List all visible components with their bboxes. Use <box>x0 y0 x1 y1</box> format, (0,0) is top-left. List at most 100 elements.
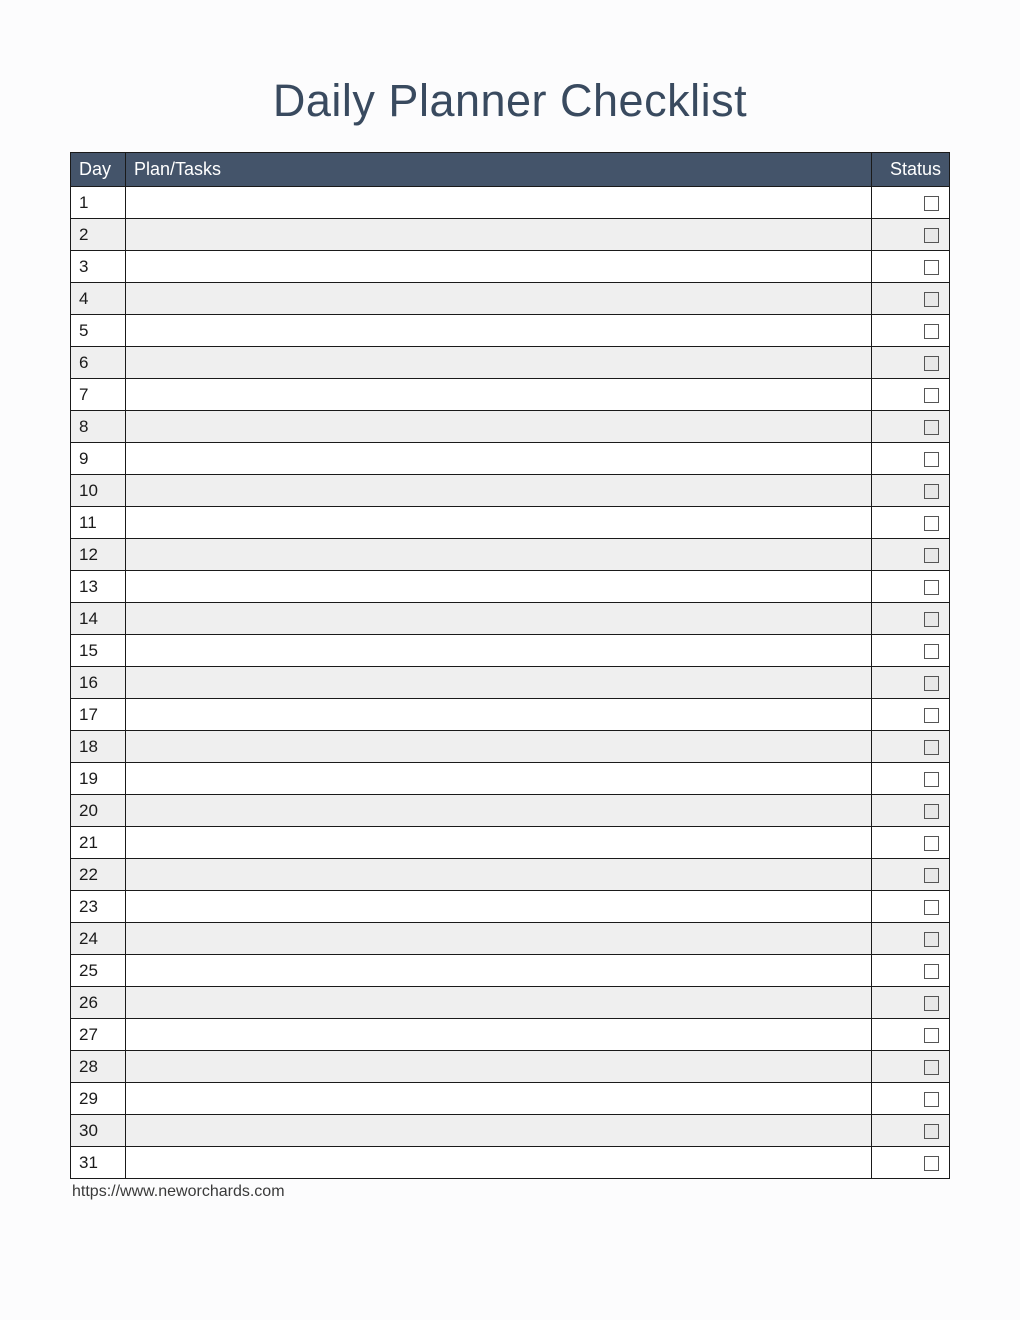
task-cell[interactable] <box>126 539 872 571</box>
task-cell[interactable] <box>126 219 872 251</box>
day-cell: 24 <box>71 923 126 955</box>
checkbox-icon[interactable] <box>924 932 939 947</box>
table-row: 23 <box>71 891 950 923</box>
checkbox-icon[interactable] <box>924 900 939 915</box>
task-cell[interactable] <box>126 315 872 347</box>
checkbox-icon[interactable] <box>924 356 939 371</box>
table-row: 13 <box>71 571 950 603</box>
checkbox-icon[interactable] <box>924 1124 939 1139</box>
table-body: 1234567891011121314151617181920212223242… <box>71 187 950 1179</box>
task-cell[interactable] <box>126 507 872 539</box>
task-cell[interactable] <box>126 187 872 219</box>
checkbox-icon[interactable] <box>924 516 939 531</box>
checkbox-icon[interactable] <box>924 836 939 851</box>
table-row: 25 <box>71 955 950 987</box>
table-row: 4 <box>71 283 950 315</box>
checkbox-icon[interactable] <box>924 548 939 563</box>
task-cell[interactable] <box>126 347 872 379</box>
task-cell[interactable] <box>126 251 872 283</box>
table-row: 11 <box>71 507 950 539</box>
day-cell: 5 <box>71 315 126 347</box>
status-cell <box>872 763 950 795</box>
task-cell[interactable] <box>126 1115 872 1147</box>
task-cell[interactable] <box>126 475 872 507</box>
checkbox-icon[interactable] <box>924 740 939 755</box>
checkbox-icon[interactable] <box>924 1060 939 1075</box>
checkbox-icon[interactable] <box>924 644 939 659</box>
status-cell <box>872 507 950 539</box>
checkbox-icon[interactable] <box>924 708 939 723</box>
checkbox-icon[interactable] <box>924 772 939 787</box>
status-cell <box>872 187 950 219</box>
status-cell <box>872 475 950 507</box>
checkbox-icon[interactable] <box>924 676 939 691</box>
checkbox-icon[interactable] <box>924 1156 939 1171</box>
task-cell[interactable] <box>126 443 872 475</box>
status-cell <box>872 539 950 571</box>
status-cell <box>872 955 950 987</box>
checkbox-icon[interactable] <box>924 324 939 339</box>
checkbox-icon[interactable] <box>924 612 939 627</box>
status-cell <box>872 699 950 731</box>
table-row: 5 <box>71 315 950 347</box>
status-cell <box>872 635 950 667</box>
task-cell[interactable] <box>126 923 872 955</box>
task-cell[interactable] <box>126 283 872 315</box>
task-cell[interactable] <box>126 987 872 1019</box>
task-cell[interactable] <box>126 891 872 923</box>
checkbox-icon[interactable] <box>924 484 939 499</box>
task-cell[interactable] <box>126 827 872 859</box>
task-cell[interactable] <box>126 731 872 763</box>
task-cell[interactable] <box>126 955 872 987</box>
day-cell: 23 <box>71 891 126 923</box>
task-cell[interactable] <box>126 571 872 603</box>
checkbox-icon[interactable] <box>924 996 939 1011</box>
header-task: Plan/Tasks <box>126 153 872 187</box>
task-cell[interactable] <box>126 859 872 891</box>
task-cell[interactable] <box>126 667 872 699</box>
checkbox-icon[interactable] <box>924 292 939 307</box>
table-row: 18 <box>71 731 950 763</box>
table-row: 17 <box>71 699 950 731</box>
task-cell[interactable] <box>126 411 872 443</box>
header-day: Day <box>71 153 126 187</box>
checkbox-icon[interactable] <box>924 420 939 435</box>
checkbox-icon[interactable] <box>924 868 939 883</box>
table-row: 19 <box>71 763 950 795</box>
task-cell[interactable] <box>126 1083 872 1115</box>
task-cell[interactable] <box>126 635 872 667</box>
checkbox-icon[interactable] <box>924 228 939 243</box>
task-cell[interactable] <box>126 1147 872 1179</box>
status-cell <box>872 891 950 923</box>
task-cell[interactable] <box>126 603 872 635</box>
day-cell: 28 <box>71 1051 126 1083</box>
task-cell[interactable] <box>126 1019 872 1051</box>
checkbox-icon[interactable] <box>924 964 939 979</box>
checkbox-icon[interactable] <box>924 804 939 819</box>
checkbox-icon[interactable] <box>924 580 939 595</box>
status-cell <box>872 1019 950 1051</box>
status-cell <box>872 859 950 891</box>
table-header: Day Plan/Tasks Status <box>71 153 950 187</box>
table-row: 29 <box>71 1083 950 1115</box>
status-cell <box>872 411 950 443</box>
day-cell: 25 <box>71 955 126 987</box>
task-cell[interactable] <box>126 699 872 731</box>
task-cell[interactable] <box>126 795 872 827</box>
table-row: 9 <box>71 443 950 475</box>
task-cell[interactable] <box>126 1051 872 1083</box>
checkbox-icon[interactable] <box>924 260 939 275</box>
day-cell: 26 <box>71 987 126 1019</box>
checkbox-icon[interactable] <box>924 452 939 467</box>
task-cell[interactable] <box>126 763 872 795</box>
checkbox-icon[interactable] <box>924 1092 939 1107</box>
status-cell <box>872 283 950 315</box>
checkbox-icon[interactable] <box>924 1028 939 1043</box>
table-row: 15 <box>71 635 950 667</box>
task-cell[interactable] <box>126 379 872 411</box>
table-row: 31 <box>71 1147 950 1179</box>
day-cell: 21 <box>71 827 126 859</box>
day-cell: 29 <box>71 1083 126 1115</box>
checkbox-icon[interactable] <box>924 388 939 403</box>
checkbox-icon[interactable] <box>924 196 939 211</box>
